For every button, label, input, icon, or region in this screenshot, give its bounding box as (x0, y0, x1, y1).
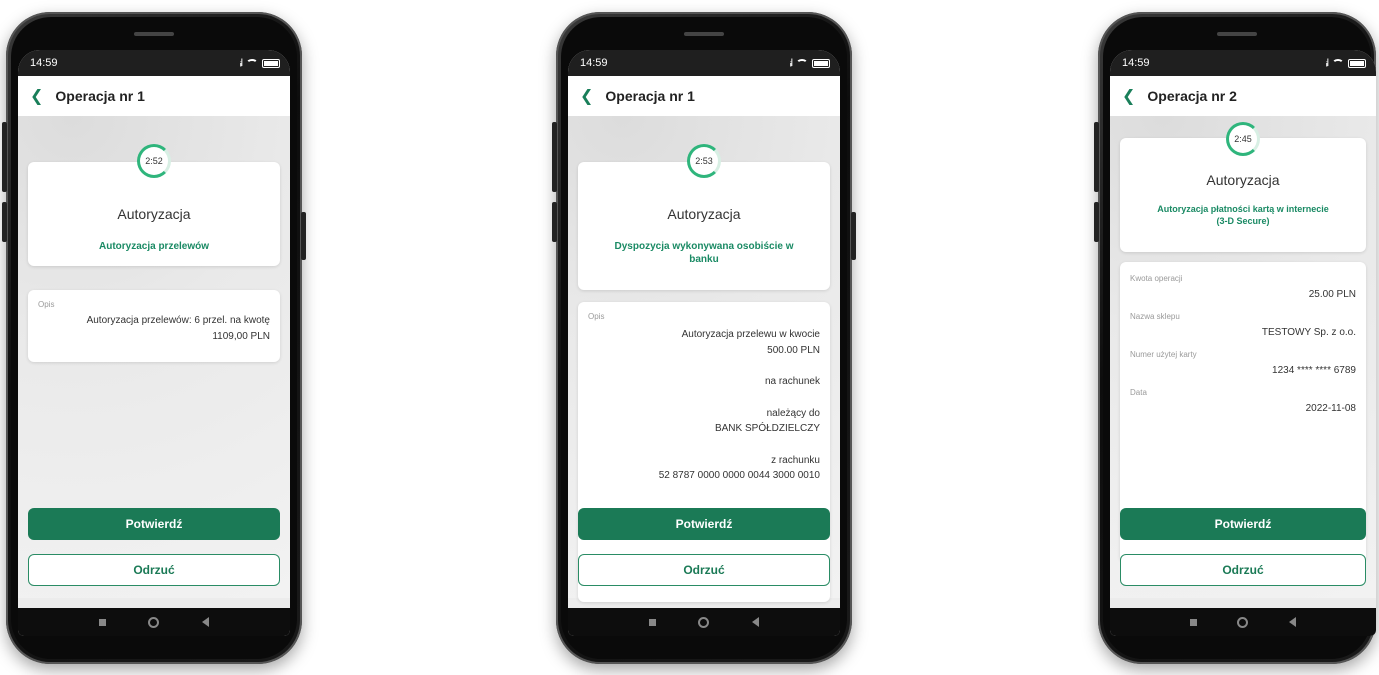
phone-2: 14:59 ᵢᵢl ❮ Operacja nr 1 2:53 Autoryzac… (552, 12, 856, 664)
auth-subtitle: Autoryzacja przelewów (98, 241, 210, 252)
app-header: ❮ Operacja nr 1 (568, 76, 840, 116)
nav-back-icon[interactable] (201, 617, 209, 627)
description-label: Opis (588, 312, 605, 321)
countdown-timer: 2:52 (137, 144, 171, 178)
auth-card: Autoryzacja Dyspozycja wykonywana osobiś… (578, 162, 830, 290)
auth-subtitle-line2: banku (689, 254, 719, 265)
detail-label: Kwota operacji (1130, 274, 1183, 283)
volume-up-button (2, 122, 7, 192)
home-icon[interactable] (1237, 616, 1249, 628)
back-arrow-icon[interactable]: ❮ (30, 86, 43, 106)
signal-icon: ᵢᵢl (1325, 57, 1330, 69)
volume-down-button (2, 202, 7, 242)
back-arrow-icon[interactable]: ❮ (1122, 86, 1135, 106)
detail-value: 2022-11-08 (1305, 403, 1356, 414)
back-arrow-icon[interactable]: ❮ (580, 86, 593, 106)
screen: 14:59 ᵢᵢl ❮ Operacja nr 1 2:52 Autoryzac… (18, 50, 290, 636)
status-time: 14:59 (30, 57, 58, 69)
status-bar: 14:59 ᵢᵢl (1110, 50, 1376, 76)
description-line: Autoryzacja przelewu w kwocie (681, 329, 820, 340)
android-nav-bar (1110, 608, 1376, 636)
confirm-button[interactable]: Potwierdź (28, 508, 280, 540)
description-line: z rachunku (771, 454, 820, 466)
speaker (1217, 32, 1257, 36)
description-line: BANK SPÓŁDZIELCZY (714, 423, 820, 434)
android-nav-bar (18, 608, 290, 636)
description-label: Opis (38, 300, 55, 309)
page-title: Operacja nr 1 (55, 88, 145, 104)
wifi-icon (246, 58, 258, 68)
status-bar: 14:59 ᵢᵢl (18, 50, 290, 76)
auth-title: Autoryzacja (117, 206, 191, 222)
description-line: należący do (766, 407, 820, 419)
speaker (134, 32, 174, 36)
home-icon[interactable] (698, 616, 710, 628)
recent-apps-icon[interactable] (1190, 618, 1198, 626)
wifi-icon (796, 58, 808, 68)
description-line: Autoryzacja przelewów: 6 przel. na kwotę (86, 315, 270, 326)
phone-3: 14:59 ᵢᵢl ❮ Operacja nr 2 2:45 Autoryzac… (1094, 12, 1376, 664)
detail-label: Nazwa sklepu (1130, 312, 1180, 321)
auth-subtitle-line2: (3-D Secure) (1216, 215, 1270, 226)
android-nav-bar (568, 608, 840, 636)
app-header: ❮ Operacja nr 2 (1110, 76, 1376, 116)
recent-apps-icon[interactable] (649, 618, 657, 626)
auth-subtitle-line1: Dyspozycja wykonywana osobiście w (614, 241, 794, 252)
detail-label: Numer użytej karty (1130, 350, 1197, 359)
status-time: 14:59 (580, 57, 608, 69)
detail-value: 25.00 PLN (1308, 289, 1356, 300)
detail-value: TESTOWY Sp. z o.o. (1261, 327, 1356, 338)
phone-1: 14:59 ᵢᵢl ❮ Operacja nr 1 2:52 Autoryzac… (2, 12, 306, 664)
reject-button[interactable]: Odrzuć (1120, 554, 1366, 586)
speaker (684, 32, 724, 36)
signal-icon: ᵢᵢl (789, 57, 794, 69)
countdown-timer: 2:53 (687, 144, 721, 178)
confirm-button[interactable]: Potwierdź (1120, 508, 1366, 540)
signal-icon: ᵢᵢl (239, 57, 244, 69)
app-header: ❮ Operacja nr 1 (18, 76, 290, 116)
screen: 14:59 ᵢᵢl ❮ Operacja nr 1 2:53 Autoryzac… (568, 50, 840, 636)
description-line: 500.00 PLN (767, 344, 820, 356)
status-bar: 14:59 ᵢᵢl (568, 50, 840, 76)
reject-button[interactable]: Odrzuć (578, 554, 830, 586)
description-card: Opis Autoryzacja przelewów: 6 przel. na … (28, 290, 280, 362)
recent-apps-icon[interactable] (99, 618, 107, 626)
detail-value: 1234 **** **** 6789 (1272, 365, 1356, 376)
description-line: na rachunek (764, 376, 820, 387)
volume-down-button (552, 202, 557, 242)
auth-title: Autoryzacja (667, 206, 741, 222)
screen: 14:59 ᵢᵢl ❮ Operacja nr 2 2:45 Autoryzac… (1110, 50, 1376, 636)
nav-back-icon[interactable] (1288, 617, 1296, 627)
confirm-button[interactable]: Potwierdź (578, 508, 830, 540)
volume-up-button (552, 122, 557, 192)
reject-button[interactable]: Odrzuć (28, 554, 280, 586)
battery-icon (262, 58, 280, 68)
status-time: 14:59 (1122, 57, 1150, 69)
power-button (301, 212, 306, 260)
page-title: Operacja nr 2 (1147, 88, 1237, 104)
description-line: 52 8787 0000 0000 0044 3000 0010 (658, 470, 820, 481)
countdown-timer: 2:45 (1226, 122, 1260, 156)
detail-label: Data (1130, 388, 1147, 397)
wifi-icon (1332, 58, 1344, 68)
nav-back-icon[interactable] (751, 617, 759, 627)
power-button (851, 212, 856, 260)
volume-up-button (1094, 122, 1099, 192)
home-icon[interactable] (148, 616, 160, 628)
battery-icon (1348, 58, 1366, 68)
page-title: Operacja nr 1 (605, 88, 695, 104)
description-line: 1109,00 PLN (212, 330, 270, 342)
auth-subtitle-line1: Autoryzacja płatności kartą w internecie (1157, 204, 1329, 214)
battery-icon (812, 58, 830, 68)
volume-down-button (1094, 202, 1099, 242)
auth-title: Autoryzacja (1206, 172, 1280, 188)
